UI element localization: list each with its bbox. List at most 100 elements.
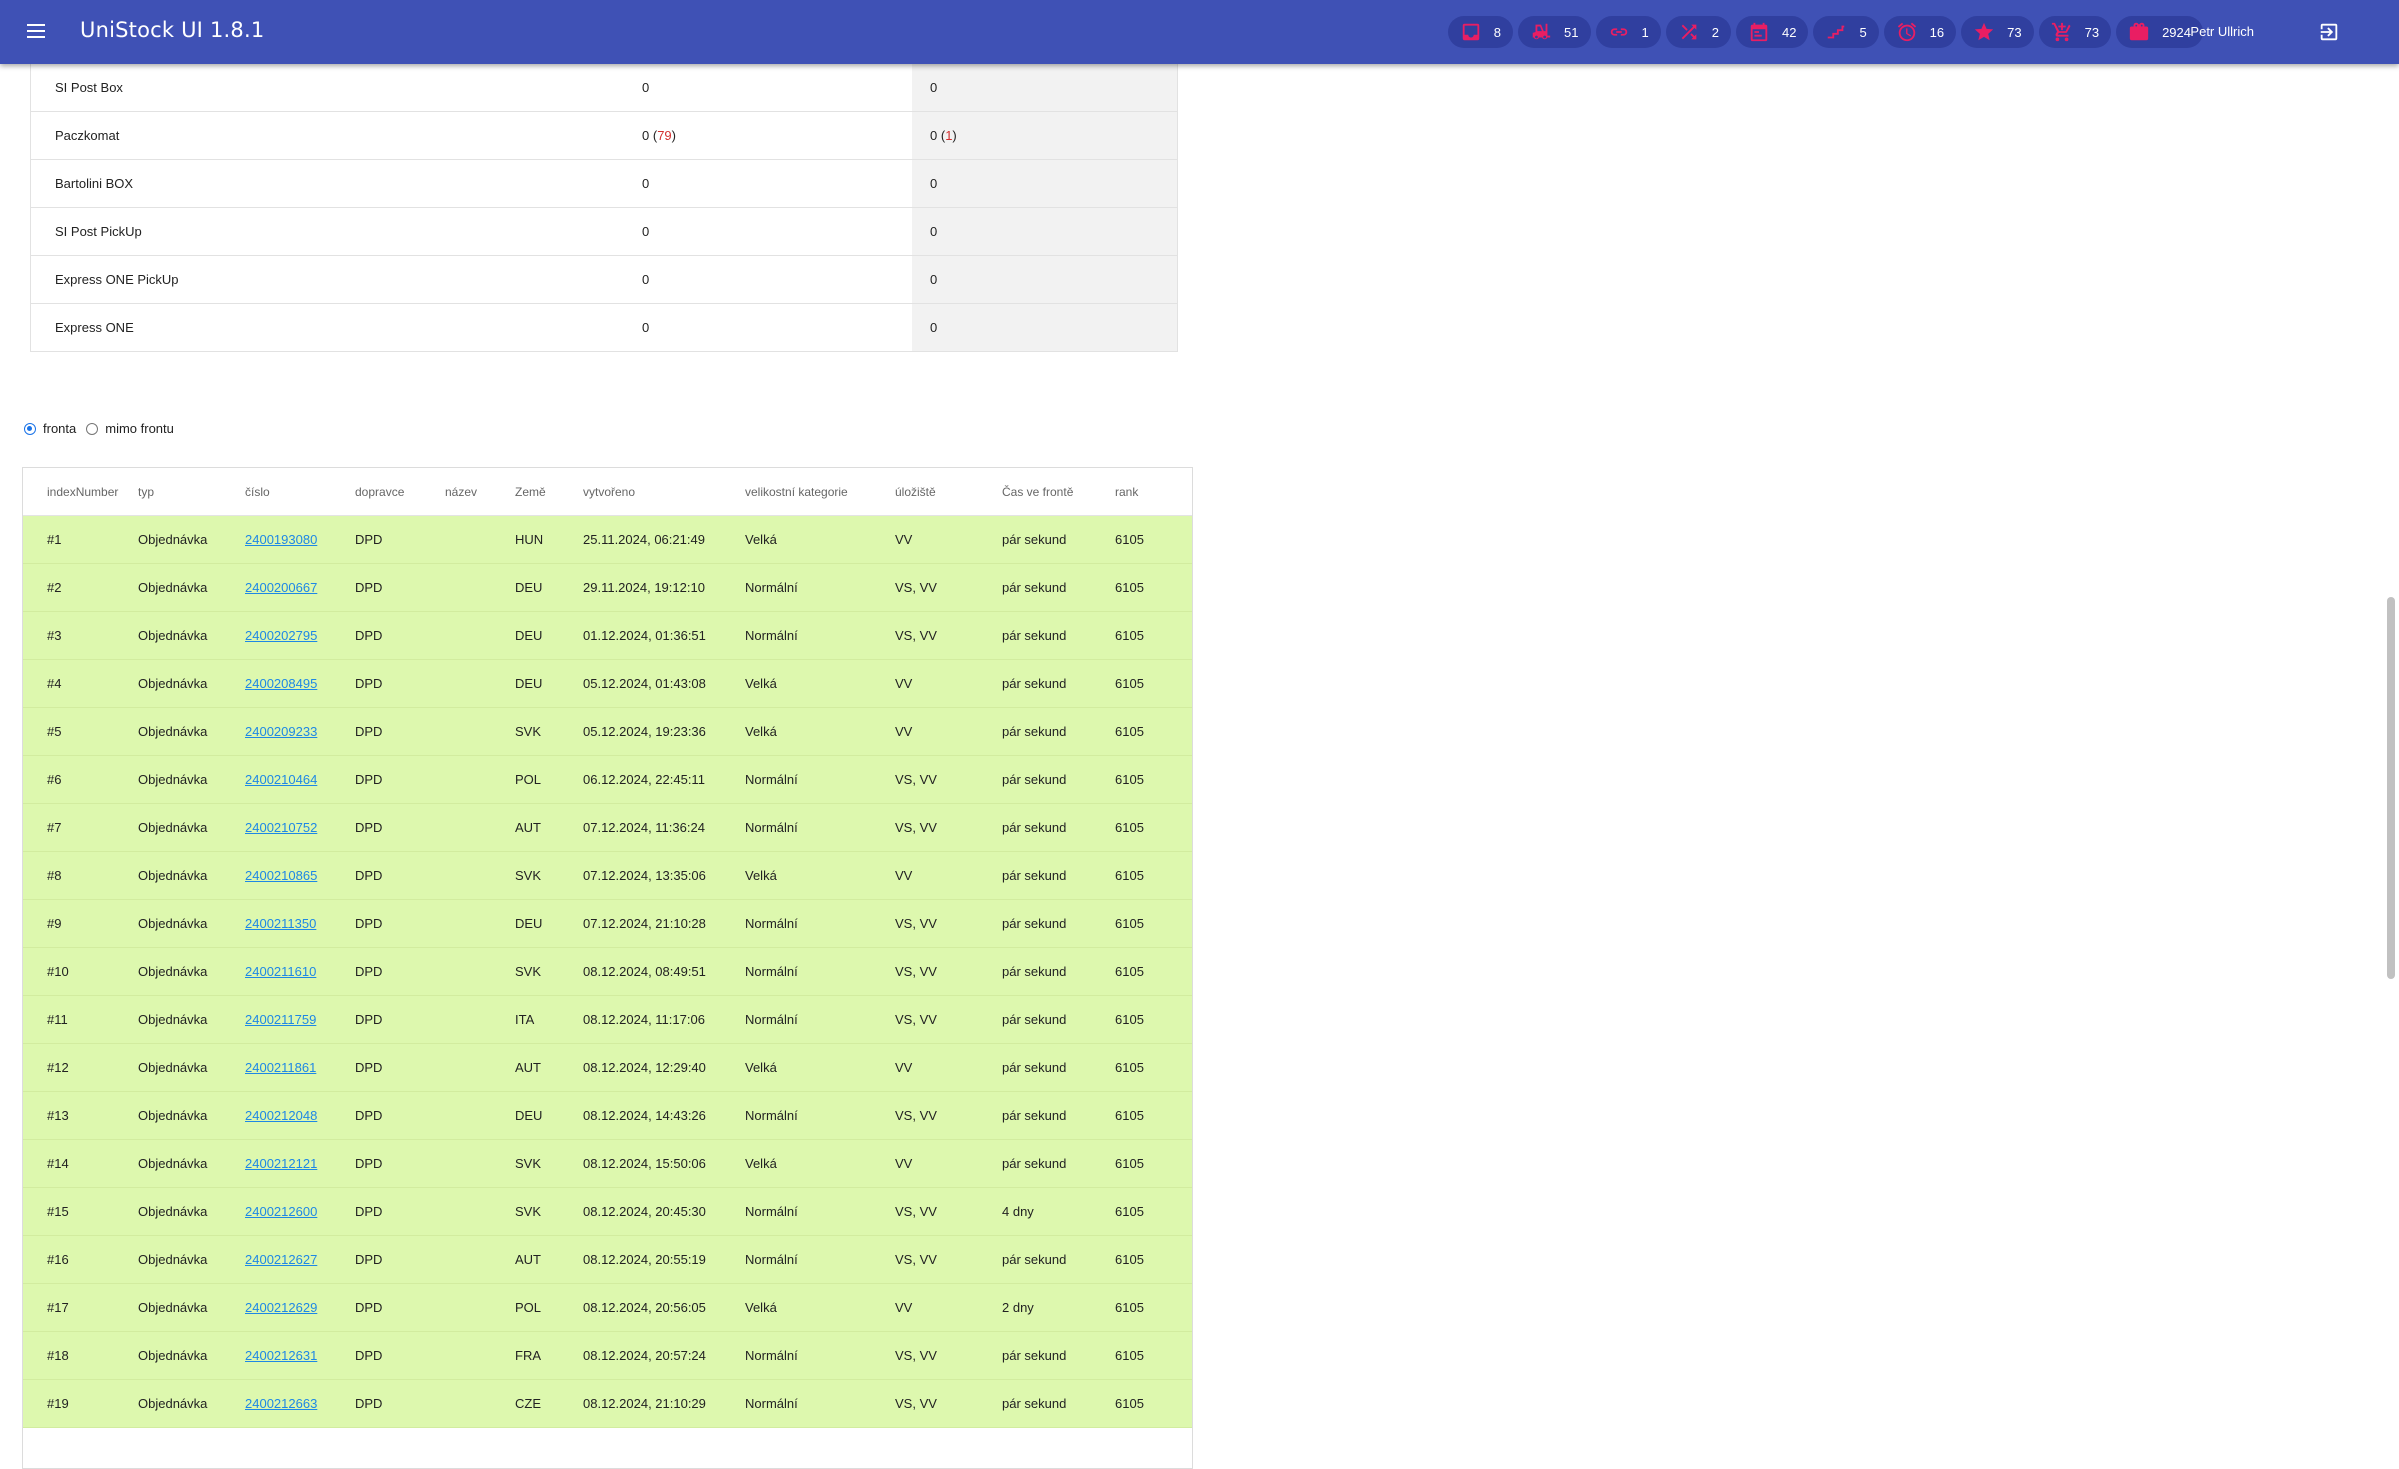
row-type: Objednávka — [138, 628, 208, 643]
chip-count: 2 — [1711, 24, 1719, 40]
chip-forklift[interactable]: 51 — [1518, 16, 1591, 48]
order-number-link[interactable]: 2400212629 — [245, 1300, 317, 1315]
order-number-link[interactable]: 2400210464 — [245, 772, 317, 787]
chip-count: 73 — [2007, 24, 2022, 40]
table-row[interactable]: #3 Objednávka 2400202795 DPD DEU 01.12.2024, … — [23, 612, 1192, 660]
header-created[interactable]: vytvořeno — [583, 485, 745, 499]
order-number-link[interactable]: 2400212600 — [245, 1204, 317, 1219]
table-row[interactable]: #15 Objednávka 2400212600 DPD SVK 08.12.2024,… — [23, 1188, 1192, 1236]
order-number-link[interactable]: 2400208495 — [245, 676, 317, 691]
menu-icon[interactable] — [24, 20, 48, 44]
row-country: SVK — [515, 868, 542, 883]
row-time-in-queue: pár sekund — [1002, 676, 1067, 691]
row-index: #13 — [47, 1108, 69, 1123]
row-size-category: Normální — [745, 1012, 798, 1027]
table-row[interactable]: #14 Objednávka 2400212121 DPD SVK 08.12.2024,… — [23, 1140, 1192, 1188]
row-number-cell: 2400212600 — [245, 1204, 355, 1219]
row-storage: VS, VV — [895, 1252, 937, 1267]
queue-table: indexNumber typ číslo dopravce název Zem… — [22, 467, 1193, 1469]
row-rank: 6105 — [1115, 1300, 1144, 1315]
row-time-in-queue: pár sekund — [1002, 580, 1067, 595]
row-number-cell: 2400212631 — [245, 1348, 355, 1363]
table-row[interactable]: #11 Objednávka 2400211759 DPD ITA 08.12.2024,… — [23, 996, 1192, 1044]
row-index: #7 — [47, 820, 62, 835]
row-index: #12 — [47, 1060, 69, 1075]
order-number-link[interactable]: 2400200667 — [245, 580, 317, 595]
order-number-link[interactable]: 2400209233 — [245, 724, 317, 739]
scrollbar-thumb[interactable] — [2387, 597, 2395, 979]
chip-cart[interactable]: 73 — [2038, 16, 2112, 48]
order-number-link[interactable]: 2400212631 — [245, 1348, 317, 1363]
radio-button[interactable] — [86, 422, 99, 435]
table-row[interactable]: #13 Objednávka 2400212048 DPD DEU 08.12.2024,… — [23, 1092, 1192, 1140]
order-number-link[interactable]: 2400202795 — [245, 628, 317, 643]
row-rank: 6105 — [1115, 964, 1144, 979]
radio-button-checked[interactable] — [24, 422, 36, 435]
table-row[interactable]: #19 Objednávka 2400212663 DPD CZE 08.12.2024,… — [23, 1380, 1192, 1428]
header-time-in-queue[interactable]: Čas ve frontě — [1002, 485, 1115, 499]
table-row[interactable]: #10 Objednávka 2400211610 DPD SVK 08.12.2024,… — [23, 948, 1192, 996]
header-index[interactable]: indexNumber — [23, 485, 138, 499]
row-size-category: Normální — [745, 964, 798, 979]
row-storage: VS, VV — [895, 580, 937, 595]
table-row[interactable]: #5 Objednávka 2400209233 DPD SVK 05.12.2024, … — [23, 708, 1192, 756]
header-number[interactable]: číslo — [245, 485, 355, 499]
logout-icon[interactable] — [2318, 21, 2340, 43]
row-country: SVK — [515, 964, 542, 979]
header-name[interactable]: název — [445, 485, 515, 499]
row-index: #10 — [47, 964, 69, 979]
header-storage[interactable]: úložiště — [895, 485, 1002, 499]
chip-shuffle[interactable]: 2 — [1665, 16, 1731, 48]
chip-calendar[interactable]: 42 — [1735, 16, 1809, 48]
table-row[interactable]: #6 Objednávka 2400210464 DPD POL 06.12.2024, … — [23, 756, 1192, 804]
row-number-cell: 2400193080 — [245, 532, 355, 547]
header-type[interactable]: typ — [138, 485, 245, 499]
row-country: CZE — [515, 1396, 541, 1411]
row-created: 07.12.2024, 11:36:24 — [583, 820, 705, 835]
table-row[interactable]: #12 Objednávka 2400211861 DPD AUT 08.12.2024,… — [23, 1044, 1192, 1092]
row-number-cell: 2400211350 — [245, 916, 355, 931]
summary-row: Paczkomat 0 (79) 0 (1) — [31, 112, 1177, 160]
chip-star[interactable]: 73 — [1961, 16, 2034, 48]
table-row[interactable]: #9 Objednávka 2400211350 DPD DEU 07.12.2024, … — [23, 900, 1192, 948]
order-number-link[interactable]: 2400212627 — [245, 1252, 317, 1267]
header-country[interactable]: Země — [515, 485, 583, 499]
header-rank[interactable]: rank — [1115, 485, 1165, 499]
chip-link[interactable]: 1 — [1595, 16, 1661, 48]
order-number-link[interactable]: 2400212048 — [245, 1108, 317, 1123]
order-number-link[interactable]: 2400212663 — [245, 1396, 317, 1411]
order-number-link[interactable]: 2400211861 — [245, 1060, 316, 1075]
table-row[interactable]: #17 Objednávka 2400212629 DPD POL 08.12.2024,… — [23, 1284, 1192, 1332]
row-type: Objednávka — [138, 1252, 208, 1267]
header-carrier[interactable]: dopravce — [355, 485, 445, 499]
row-size-category: Normální — [745, 1108, 798, 1123]
chip-alarm[interactable]: 16 — [1883, 16, 1957, 48]
radio-queue[interactable]: fronta — [24, 421, 76, 436]
row-country: AUT — [515, 1060, 541, 1075]
row-storage: VS, VV — [895, 964, 937, 979]
order-number-link[interactable]: 2400210752 — [245, 820, 317, 835]
chip-stairs[interactable]: 5 — [1813, 16, 1879, 48]
row-time-in-queue: pár sekund — [1002, 1060, 1067, 1075]
row-size-category: Normální — [745, 1252, 798, 1267]
table-row[interactable]: #2 Objednávka 2400200667 DPD DEU 29.11.2024, … — [23, 564, 1192, 612]
order-number-link[interactable]: 2400212121 — [245, 1156, 317, 1171]
row-number-cell: 2400211861 — [245, 1060, 355, 1075]
star-icon — [1974, 22, 1994, 41]
order-number-link[interactable]: 2400193080 — [245, 532, 317, 547]
radio-outside-queue[interactable]: mimo frontu — [86, 421, 174, 436]
table-row[interactable]: #18 Objednávka 2400212631 DPD FRA 08.12.2024,… — [23, 1332, 1192, 1380]
order-number-link[interactable]: 2400211350 — [245, 916, 316, 931]
header-size-category[interactable]: velikostní kategorie — [745, 485, 895, 499]
order-number-link[interactable]: 2400211759 — [245, 1012, 316, 1027]
stairs-icon — [1828, 25, 1845, 39]
order-number-link[interactable]: 2400211610 — [245, 964, 316, 979]
table-row[interactable]: #4 Objednávka 2400208495 DPD DEU 05.12.2024, … — [23, 660, 1192, 708]
row-carrier: DPD — [355, 1060, 383, 1075]
order-number-link[interactable]: 2400210865 — [245, 868, 317, 883]
table-row[interactable]: #7 Objednávka 2400210752 DPD AUT 07.12.2024, … — [23, 804, 1192, 852]
chip-inbox[interactable]: 8 — [1447, 16, 1514, 48]
table-row[interactable]: #1 Objednávka 2400193080 DPD HUN 25.11.2024, … — [23, 516, 1192, 564]
table-row[interactable]: #16 Objednávka 2400212627 DPD AUT 08.12.2024,… — [23, 1236, 1192, 1284]
table-row[interactable]: #8 Objednávka 2400210865 DPD SVK 07.12.2024, … — [23, 852, 1192, 900]
